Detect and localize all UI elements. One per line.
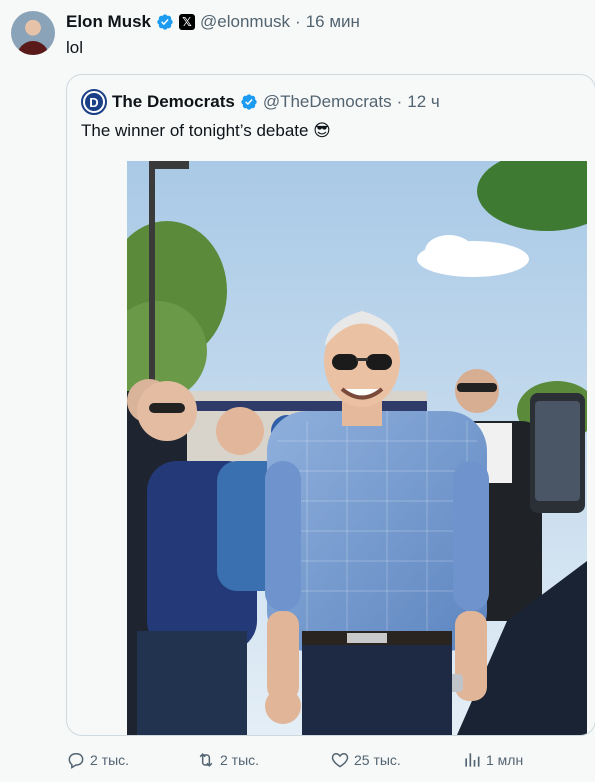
views-icon bbox=[465, 753, 480, 767]
quoted-photo[interactable] bbox=[127, 161, 587, 735]
quote-header: D The Democrats @TheDemocrats · 12 ч bbox=[81, 89, 440, 115]
logo-letter: D bbox=[85, 93, 103, 111]
like-count: 25 тыс. bbox=[354, 752, 401, 768]
separator-dot: · bbox=[396, 92, 403, 111]
views-button[interactable]: 1 млн bbox=[462, 750, 523, 770]
democrats-logo-avatar[interactable]: D bbox=[81, 89, 107, 115]
quote-time[interactable]: 12 ч bbox=[407, 92, 440, 112]
reply-button[interactable]: 2 тыс. bbox=[66, 750, 129, 770]
tweet-header: Elon Musk 𝕏 @elonmusk · 16 мин bbox=[66, 12, 360, 32]
views-count: 1 млн bbox=[486, 752, 524, 768]
heart-icon bbox=[331, 752, 349, 768]
tweet-text: lol bbox=[66, 38, 84, 57]
x-logo-icon: 𝕏 bbox=[179, 14, 196, 30]
reply-icon bbox=[68, 753, 84, 769]
like-button[interactable]: 25 тыс. bbox=[330, 750, 401, 770]
separator-dot: · bbox=[295, 12, 301, 31]
quote-text: The winner of tonight’s debate 😎 bbox=[81, 121, 331, 140]
photo-illustration bbox=[127, 161, 587, 735]
author-handle[interactable]: @elonmusk bbox=[200, 12, 290, 32]
quote-author-handle[interactable]: @TheDemocrats bbox=[263, 92, 392, 112]
reply-count: 2 тыс. bbox=[90, 752, 130, 768]
quoted-tweet[interactable]: D The Democrats @TheDemocrats · 12 ч The… bbox=[66, 74, 595, 736]
author-name[interactable]: Elon Musk bbox=[66, 12, 151, 32]
quote-author-name[interactable]: The Democrats bbox=[112, 92, 235, 112]
verified-badge-icon bbox=[157, 14, 173, 30]
retweet-button[interactable]: 2 тыс. bbox=[196, 750, 259, 770]
tweet-actions: 2 тыс. 2 тыс. 25 тыс. 1 млн bbox=[66, 748, 566, 772]
tweet-time[interactable]: 16 мин bbox=[306, 12, 360, 32]
verified-badge-icon bbox=[241, 94, 257, 110]
author-avatar[interactable] bbox=[11, 11, 55, 55]
retweet-icon bbox=[199, 753, 213, 767]
retweet-count: 2 тыс. bbox=[220, 752, 260, 768]
